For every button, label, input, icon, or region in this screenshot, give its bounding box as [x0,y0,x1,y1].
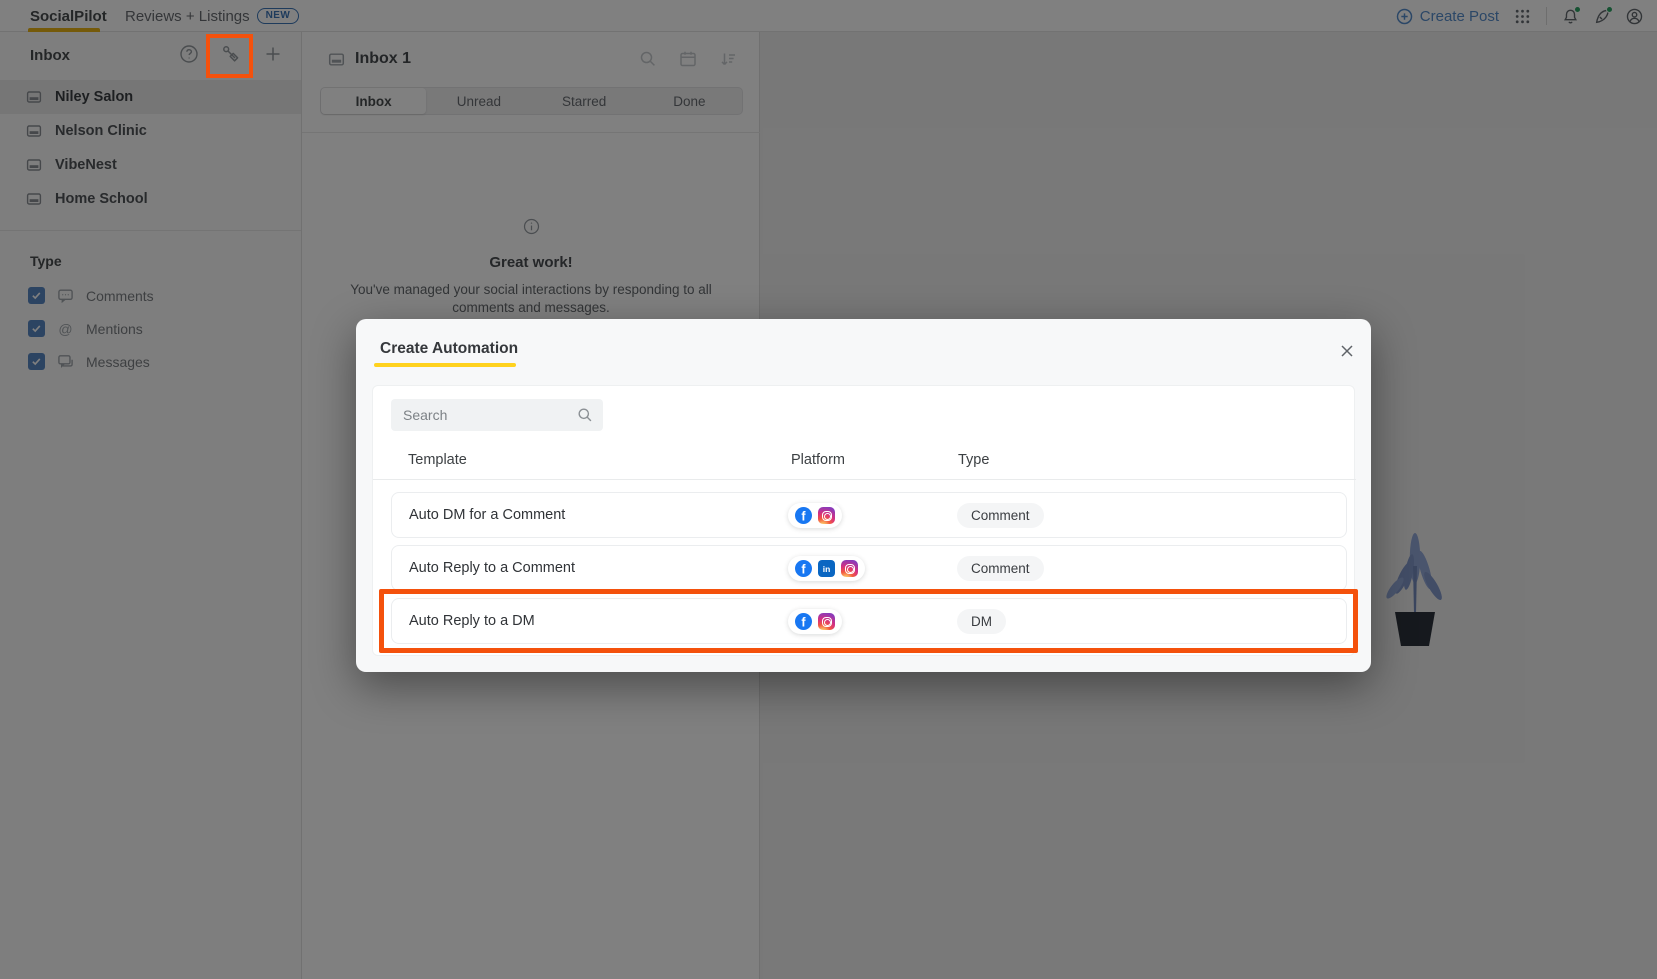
template-row-auto-dm-for-a-comment[interactable]: Auto DM for a Comment f Comment [391,492,1347,538]
platform-icons: f [788,503,842,528]
column-template: Template [408,452,467,468]
facebook-icon: f [795,560,812,577]
template-name: Auto Reply to a Comment [409,560,576,576]
instagram-icon [841,560,858,577]
template-row-auto-reply-to-a-comment[interactable]: Auto Reply to a Comment f in Comment [391,545,1347,591]
instagram-icon [818,613,835,630]
platform-icons: f in [788,556,865,581]
column-platform: Platform [791,452,845,468]
table-header-row: Template Platform Type [373,446,1356,480]
facebook-icon: f [795,613,812,630]
template-name: Auto DM for a Comment [409,507,566,523]
create-automation-modal: Create Automation Template Platform Type [356,319,1371,672]
modal-title-underline [374,363,516,367]
column-type: Type [958,452,990,468]
type-badge: DM [957,609,1006,634]
search-icon [577,407,593,423]
facebook-icon: f [795,507,812,524]
template-search [391,399,603,431]
app-root: SocialPilot Reviews + Listings NEW Creat… [0,0,1657,979]
template-rows: Auto DM for a Comment f Comment Auto Rep… [391,492,1347,651]
modal-title: Create Automation [380,340,519,357]
search-input[interactable] [391,399,603,431]
close-icon[interactable] [1339,343,1355,359]
platform-icons: f [788,609,842,634]
template-list-card: Template Platform Type Auto DM for a Com… [372,385,1356,656]
instagram-icon [818,507,835,524]
template-name: Auto Reply to a DM [409,613,535,629]
linkedin-icon: in [818,560,835,577]
type-badge: Comment [957,556,1044,581]
type-badge: Comment [957,503,1044,528]
template-row-auto-reply-to-a-dm[interactable]: Auto Reply to a DM f DM [391,598,1347,644]
